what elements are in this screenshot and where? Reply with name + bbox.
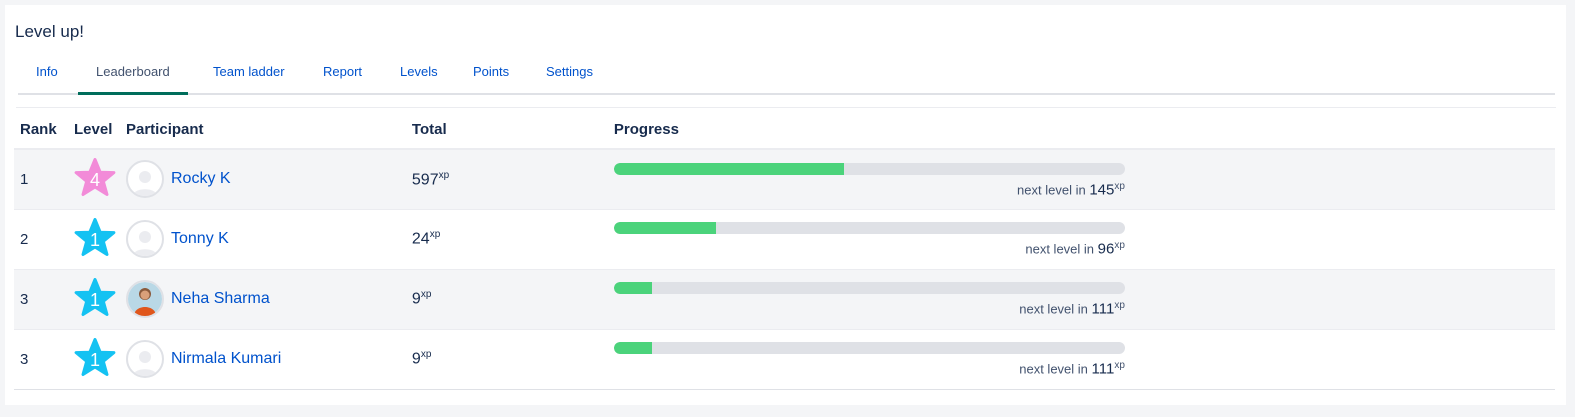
total-cell: 24xp — [412, 209, 614, 269]
default-avatar-icon — [133, 351, 157, 376]
page-title: Level up! — [15, 22, 84, 41]
participant-name-link[interactable]: Rocky K — [171, 170, 231, 188]
next-level-label: next level in — [1017, 181, 1086, 197]
avatar[interactable] — [126, 340, 164, 378]
photo-avatar-icon — [128, 282, 162, 316]
level-number: 4 — [89, 170, 100, 191]
next-level-xp: 145 — [1089, 180, 1115, 198]
progress-bar — [613, 342, 1125, 355]
avatar[interactable] — [126, 280, 164, 318]
tab-info[interactable]: Info — [18, 55, 76, 95]
total-xp-value: 24 — [411, 230, 430, 248]
xp-unit: xp — [420, 349, 432, 361]
next-level-text: next level in 145xp — [614, 181, 1125, 198]
level-cell: 1 — [74, 269, 126, 329]
tab-points[interactable]: Points — [455, 55, 527, 95]
next-level-label: next level in — [1019, 361, 1088, 377]
next-level-label: next level in — [1019, 301, 1088, 317]
rank-cell: 3 — [20, 350, 29, 368]
table-row: 3 1 Nirmala Kumari 9xp next level in 111… — [14, 329, 1555, 389]
table-row: 3 1 Neha Sharma 9xp next level in 111xp — [14, 269, 1555, 329]
level-star-icon: 1 — [74, 338, 116, 380]
avatar[interactable] — [126, 220, 164, 258]
table-row: 1 4 Rocky K 597xp next level in 145xp — [14, 149, 1555, 209]
table-row: 2 1 Tonny K 24xp next level in 96xp — [14, 209, 1555, 269]
rank-cell: 2 — [20, 230, 29, 248]
total-cell: 9xp — [412, 329, 614, 389]
leaderboard-table: Rank Level Participant Total Progress 1 … — [14, 111, 1555, 390]
tab-levels[interactable]: Levels — [382, 55, 456, 95]
xp-unit: xp — [1114, 360, 1125, 372]
tab-team-ladder[interactable]: Team ladder — [195, 55, 303, 95]
level-cell: 4 — [74, 149, 126, 209]
progress-fill — [613, 342, 653, 355]
progress-fill — [613, 282, 653, 295]
table-header-row: Rank Level Participant Total Progress — [14, 111, 1555, 150]
level-cell: 1 — [74, 209, 126, 269]
next-level-text: next level in 111xp — [614, 300, 1125, 317]
total-cell: 597xp — [412, 149, 614, 209]
header-rank: Rank — [14, 111, 74, 150]
progress-cell: next level in 145xp — [613, 149, 1555, 209]
total-xp-value: 597 — [411, 170, 439, 188]
level-star-icon: 4 — [74, 158, 116, 200]
tab-leaderboard[interactable]: Leaderboard — [78, 55, 188, 95]
level-number: 1 — [89, 350, 100, 370]
header-level: Level — [74, 111, 126, 150]
next-level-text: next level in 96xp — [614, 240, 1125, 257]
next-level-xp: 111 — [1091, 360, 1115, 378]
header-total: Total — [411, 111, 614, 150]
default-avatar-icon — [133, 231, 157, 256]
xp-unit: xp — [1114, 240, 1125, 252]
xp-unit: xp — [1114, 180, 1125, 192]
level-star-icon: 1 — [74, 278, 116, 320]
xp-unit: xp — [438, 169, 450, 181]
progress-bar — [613, 162, 1125, 175]
participant-cell: Tonny K — [126, 209, 412, 269]
level-up-panel: Level up! Info Leaderboard Team ladder R… — [5, 5, 1566, 405]
total-xp-value: 9 — [411, 290, 421, 308]
progress-bar — [613, 222, 1125, 235]
progress-fill — [613, 222, 717, 235]
level-number: 1 — [89, 290, 100, 310]
tab-bar: Info Leaderboard Team ladder Report Leve… — [18, 55, 1555, 95]
progress-cell: next level in 111xp — [613, 269, 1555, 329]
header-progress: Progress — [613, 111, 1555, 150]
participant-cell: Neha Sharma — [126, 269, 412, 329]
default-avatar-icon — [133, 171, 157, 197]
header-participant: Participant — [126, 111, 412, 150]
participant-cell: Rocky K — [126, 149, 412, 209]
rank-cell: 1 — [20, 170, 29, 188]
tab-settings[interactable]: Settings — [528, 55, 611, 95]
level-cell: 1 — [74, 329, 126, 389]
participant-name-link[interactable]: Tonny K — [171, 230, 229, 248]
xp-unit: xp — [429, 229, 441, 241]
avatar[interactable] — [126, 160, 164, 199]
level-star-icon: 1 — [74, 218, 116, 260]
participant-name-link[interactable]: Neha Sharma — [171, 290, 270, 308]
participant-name-link[interactable]: Nirmala Kumari — [171, 350, 281, 368]
progress-fill — [613, 162, 844, 175]
rank-cell: 3 — [20, 290, 29, 308]
next-level-label: next level in — [1025, 241, 1095, 257]
next-level-xp: 96 — [1097, 240, 1115, 258]
tab-report[interactable]: Report — [305, 55, 380, 95]
next-level-xp: 111 — [1091, 300, 1115, 318]
participant-cell: Nirmala Kumari — [126, 329, 412, 389]
next-level-text: next level in 111xp — [614, 360, 1125, 377]
progress-bar — [613, 282, 1125, 295]
level-number: 1 — [89, 230, 100, 250]
progress-cell: next level in 111xp — [613, 329, 1555, 389]
xp-unit: xp — [420, 289, 432, 301]
progress-cell: next level in 96xp — [613, 209, 1555, 269]
total-xp-value: 9 — [411, 350, 421, 368]
divider — [16, 107, 1556, 108]
total-cell: 9xp — [412, 269, 614, 329]
xp-unit: xp — [1114, 300, 1125, 312]
